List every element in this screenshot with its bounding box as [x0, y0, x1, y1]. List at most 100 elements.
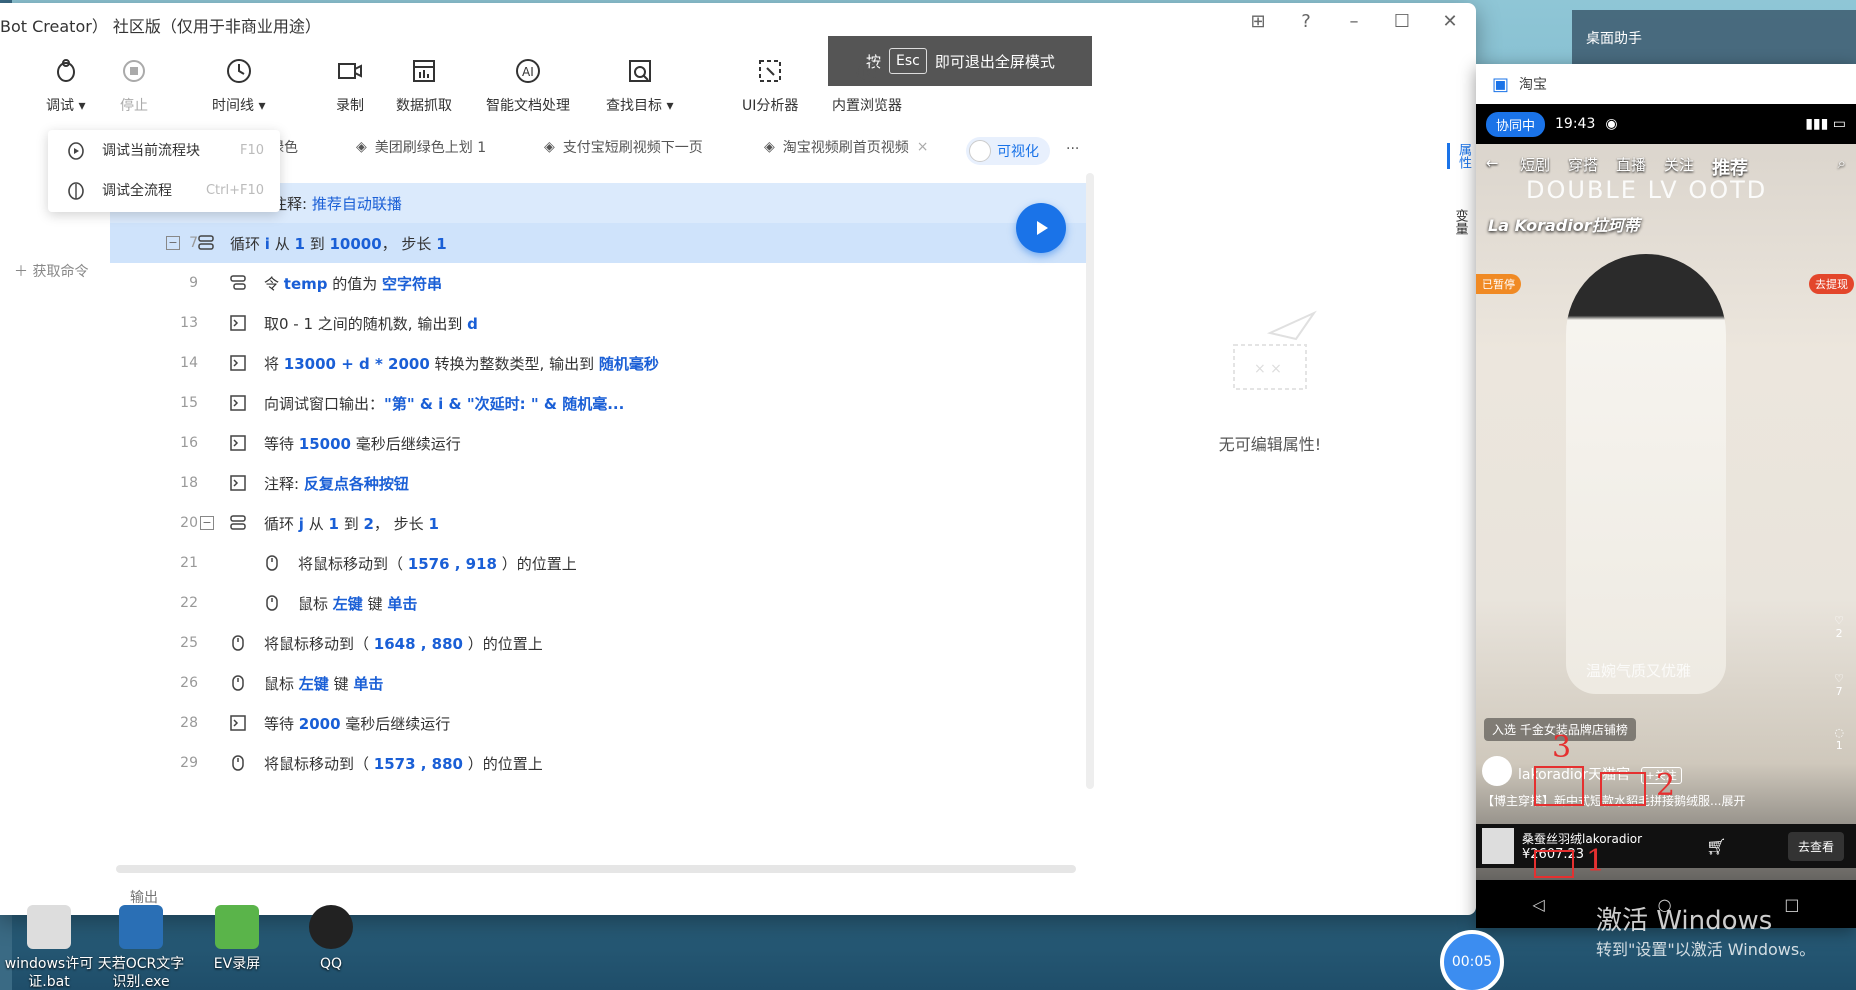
layout-icon[interactable]: ⊞: [1246, 11, 1270, 32]
row-text: 令 temp 的值为 空字符串: [264, 273, 442, 294]
shop-name: La Koradior拉珂蒂: [1488, 216, 1640, 235]
row-keyword: 等待: [264, 434, 299, 453]
layers-icon: ◈: [356, 139, 367, 155]
comment-button[interactable]: ◌ 1: [1834, 726, 1844, 752]
line-number: 15: [180, 395, 198, 411]
tab-properties[interactable]: 属性: [1447, 143, 1473, 169]
comment-count: 1: [1835, 739, 1843, 752]
phone-search-icon[interactable]: ⌕: [1838, 154, 1846, 172]
code-row[interactable]: 13 取0 - 1 之间的随机数, 输出到 d: [110, 303, 1086, 343]
code-row[interactable]: 26 鼠标 左键 键 单击: [110, 663, 1086, 703]
row-keyword: 从: [303, 514, 329, 533]
video-model-figure: [1566, 254, 1726, 694]
phone-screen: 协同中 19:43 ◉ ▮▮▮ ▭ ← 短剧 穿搭 直播 关注 推荐 ⌕ DOU…: [1476, 104, 1856, 928]
row-text: 将 13000 + d * 2000 转换为整数类型, 输出到 随机毫秒: [264, 353, 659, 374]
code-row[interactable]: 14 将 13000 + d * 2000 转换为整数类型, 输出到 随机毫秒: [110, 343, 1086, 383]
debug-dropdown-menu: 调试当前流程块 F10 调试全流程 Ctrl+F10: [48, 130, 280, 212]
ai-doc-button[interactable]: AI 智能文档处理: [486, 55, 570, 115]
ui-analyzer-button[interactable]: UI分析器: [742, 55, 798, 115]
desktop-helper-bar[interactable]: 桌面助手: [1572, 10, 1856, 66]
android-recents-icon[interactable]: □: [1784, 895, 1799, 914]
code-row[interactable]: 9 令 temp 的值为 空字符串: [110, 263, 1086, 303]
row-keyword: 注释:: [264, 474, 304, 493]
row-text: 等待 15000 毫秒后继续运行: [264, 433, 461, 454]
code-row[interactable]: 28 等待 2000 毫秒后继续运行: [110, 703, 1086, 743]
row-value: d: [467, 314, 478, 333]
row-keyword: 从: [269, 234, 295, 253]
more-tabs-button[interactable]: ···: [1066, 141, 1079, 157]
fold-toggle-icon[interactable]: −: [200, 516, 214, 530]
row-text: 注释: 反复点各种按钮: [264, 473, 409, 494]
row-keyword: 将: [264, 354, 284, 373]
help-icon[interactable]: ?: [1294, 11, 1318, 32]
desktop-icon-ocr[interactable]: 天若OCR文字识别.exe: [96, 905, 186, 990]
code-row[interactable]: 20− 循环 j 从 1 到 2， 步长 1: [110, 503, 1086, 543]
tab-meituan[interactable]: ◈ 美团刷绿色上划 1: [356, 137, 486, 157]
desktop-icon-ev-recorder[interactable]: EV录屏: [192, 905, 282, 973]
timeline-button[interactable]: 时间线 ▾: [212, 55, 265, 115]
code-row[interactable]: 7− 循环 i 从 1 到 10000， 步长 1: [110, 223, 1086, 263]
view-product-button[interactable]: 去查看: [1787, 831, 1844, 861]
close-button[interactable]: ✕: [1438, 11, 1462, 32]
mouse-icon: [228, 673, 248, 693]
debug-all-item[interactable]: 调试全流程 Ctrl+F10: [48, 170, 280, 210]
browser-button[interactable]: B 内置浏览器: [832, 55, 902, 115]
code-row[interactable]: 15 向调试窗口输出："第" & i & "次延时: " & 随机毫...: [110, 383, 1086, 423]
code-row[interactable]: 21 将鼠标移动到（ 1576 , 918 ）的位置上: [110, 543, 1086, 583]
row-value: 1: [328, 514, 339, 533]
editor-horizontal-scrollbar[interactable]: [116, 865, 1076, 873]
output-tab[interactable]: 输出: [130, 887, 158, 907]
code-row[interactable]: 16 等待 15000 毫秒后继续运行: [110, 423, 1086, 463]
row-keyword: ， 步长: [381, 234, 437, 253]
android-back-icon[interactable]: ◁: [1532, 895, 1544, 914]
minimize-button[interactable]: –: [1342, 11, 1366, 32]
desktop-icon-license-bat[interactable]: windows许可证.bat: [4, 905, 94, 990]
cart-icon[interactable]: 🛒︎: [1706, 837, 1726, 856]
like-button[interactable]: ♡ 2: [1834, 614, 1844, 640]
withdraw-badge[interactable]: 去提现: [1809, 274, 1854, 294]
annotation-number-1: 1: [1586, 844, 1606, 879]
code-row[interactable]: 22 鼠标 左键 键 单击: [110, 583, 1086, 623]
product-bar[interactable]: 桑蚕丝羽绒lakoradior ¥2607.23 🛒︎ 去查看: [1476, 824, 1856, 868]
visualize-toggle[interactable]: 可视化: [966, 137, 1050, 165]
tab-taobao[interactable]: ◈ 淘宝视频刷首页视频 ×: [764, 137, 929, 157]
annotation-number-2: 2: [1656, 768, 1676, 803]
editor-vertical-scrollbar[interactable]: [1086, 173, 1094, 789]
mouse-icon: [262, 593, 282, 613]
tab-variables[interactable]: 变量: [1451, 209, 1470, 235]
code-row[interactable]: 29 将鼠标移动到（ 1573 , 880 ）的位置上: [110, 743, 1086, 783]
tab-alipay[interactable]: ◈ 支付宝短刷视频下一页: [544, 137, 703, 157]
run-button[interactable]: [1016, 203, 1066, 253]
qq-penguin-icon: [309, 905, 353, 949]
row-keyword: ， 步长: [373, 514, 429, 533]
row-text: 注释: 推荐自动联播: [272, 193, 402, 214]
record-button[interactable]: 录制: [334, 55, 366, 115]
row-keyword: 将鼠标移动到（: [264, 754, 374, 773]
row-value: 1: [436, 234, 447, 253]
debug-all-shortcut: Ctrl+F10: [205, 182, 264, 198]
find-target-button[interactable]: 查找目标 ▾: [606, 55, 673, 115]
author-avatar[interactable]: [1482, 756, 1512, 786]
command-icon: [228, 713, 248, 733]
get-command-button[interactable]: ＋ 获取命令: [14, 261, 88, 281]
back-arrow-icon[interactable]: ←: [1486, 154, 1499, 172]
data-scrape-button[interactable]: 数据抓取: [396, 55, 452, 115]
debug-current-block-item[interactable]: 调试当前流程块 F10: [48, 130, 280, 170]
stop-button[interactable]: 停止: [118, 55, 150, 115]
row-text: 循环 i 从 1 到 10000， 步长 1: [230, 233, 447, 254]
debug-all-icon: [62, 179, 90, 201]
code-row[interactable]: 25 将鼠标移动到（ 1648 , 880 ）的位置上: [110, 623, 1086, 663]
row-keyword: 循环: [264, 514, 299, 533]
row-keyword: 令: [264, 274, 284, 293]
like-count: 2: [1835, 627, 1843, 640]
empty-illustration: × ×: [1233, 310, 1317, 390]
code-row[interactable]: 18 注释: 反复点各种按钮: [110, 463, 1086, 503]
maximize-button[interactable]: ☐: [1390, 11, 1414, 32]
recording-timer[interactable]: 00:05: [1440, 930, 1504, 990]
debug-button[interactable]: 调试 ▾: [46, 55, 85, 115]
close-icon[interactable]: ×: [917, 139, 929, 155]
desktop-icon-qq[interactable]: QQ: [286, 905, 376, 973]
fold-toggle-icon[interactable]: −: [166, 236, 180, 250]
desktop-icon-label: 天若OCR文字识别.exe: [97, 956, 185, 990]
favorite-button[interactable]: ♡ 7: [1834, 672, 1844, 698]
